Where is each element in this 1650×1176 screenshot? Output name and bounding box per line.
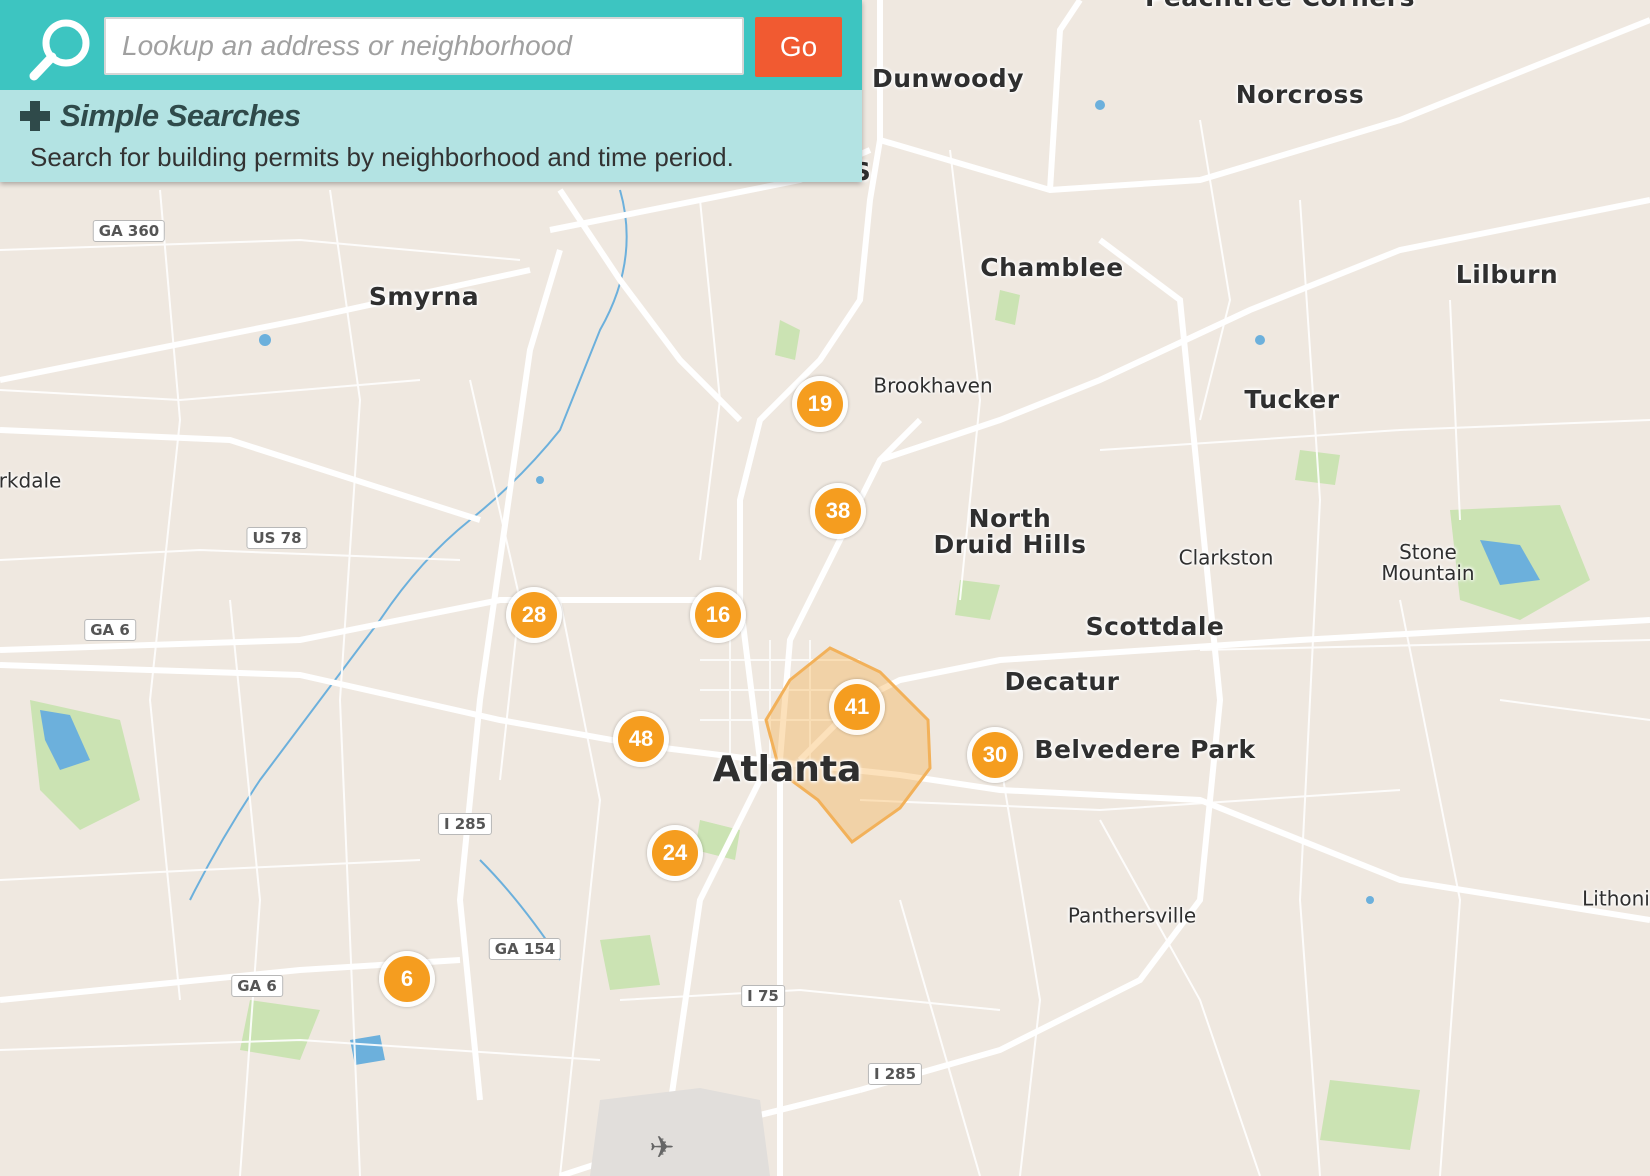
search-bar: Go: [0, 0, 862, 90]
simple-searches-toggle[interactable]: Simple Searches: [20, 98, 301, 134]
search-input[interactable]: [104, 17, 744, 75]
shield-us78: US 78: [246, 527, 308, 549]
place-north-druid-hills: North Druid Hills: [933, 503, 1087, 559]
simple-searches-description: Search for building permits by neighborh…: [30, 142, 734, 172]
shield-ga6-south: GA 6: [231, 975, 283, 997]
place-atlanta: Atlanta: [712, 749, 862, 791]
search-icon[interactable]: [28, 16, 94, 82]
place-brookhaven: Brookhaven: [873, 373, 993, 398]
place-decatur: Decatur: [1004, 666, 1120, 696]
shield-i285-south: I 285: [867, 1063, 923, 1085]
cluster-marker[interactable]: 6: [379, 951, 435, 1007]
cluster-marker[interactable]: 24: [647, 825, 703, 881]
cluster-marker[interactable]: 19: [792, 376, 848, 432]
simple-searches-title: Simple Searches: [60, 98, 301, 133]
place-lithonia: Lithoni: [1582, 886, 1650, 911]
place-belvedere-park: Belvedere Park: [1034, 734, 1256, 764]
airport-area: [590, 1088, 770, 1176]
search-panel: Go Simple Searches Search for building p…: [0, 0, 862, 182]
cluster-marker[interactable]: 38: [810, 483, 866, 539]
cluster-marker[interactable]: 41: [829, 679, 885, 735]
place-chamblee: Chamblee: [980, 252, 1124, 282]
simple-searches-section: Simple Searches Search for building perm…: [0, 90, 862, 182]
plus-icon: [20, 101, 50, 131]
place-tucker: Tucker: [1244, 384, 1340, 414]
shield-ga360: GA 360: [92, 220, 166, 242]
place-stone-mountain: Stone Mountain: [1381, 540, 1475, 585]
place-dunwoody: Dunwoody: [872, 63, 1024, 93]
shield-i285-west: I 285: [437, 813, 493, 835]
go-button[interactable]: Go: [755, 17, 842, 77]
place-smyrna: Smyrna: [368, 281, 480, 311]
place-panthersville: Panthersville: [1067, 903, 1197, 928]
place-clarkston: Clarkston: [1178, 545, 1274, 570]
place-parkdale: rkdale: [0, 468, 62, 493]
place-lilburn: Lilburn: [1455, 259, 1559, 289]
cluster-marker[interactable]: 48: [613, 711, 669, 767]
cluster-marker[interactable]: 16: [690, 587, 746, 643]
place-norcross: Norcross: [1235, 79, 1365, 109]
place-scottdale: Scottdale: [1085, 611, 1225, 641]
cluster-marker[interactable]: 30: [967, 727, 1023, 783]
shield-ga6-north: GA 6: [84, 619, 136, 641]
place-peachtree-corners: Peachtree Corners: [1145, 0, 1415, 11]
airport-icon: ✈: [649, 1130, 675, 1166]
shield-ga154: GA 154: [488, 938, 562, 960]
cluster-marker[interactable]: 28: [506, 587, 562, 643]
shield-i75: I 75: [741, 985, 785, 1007]
